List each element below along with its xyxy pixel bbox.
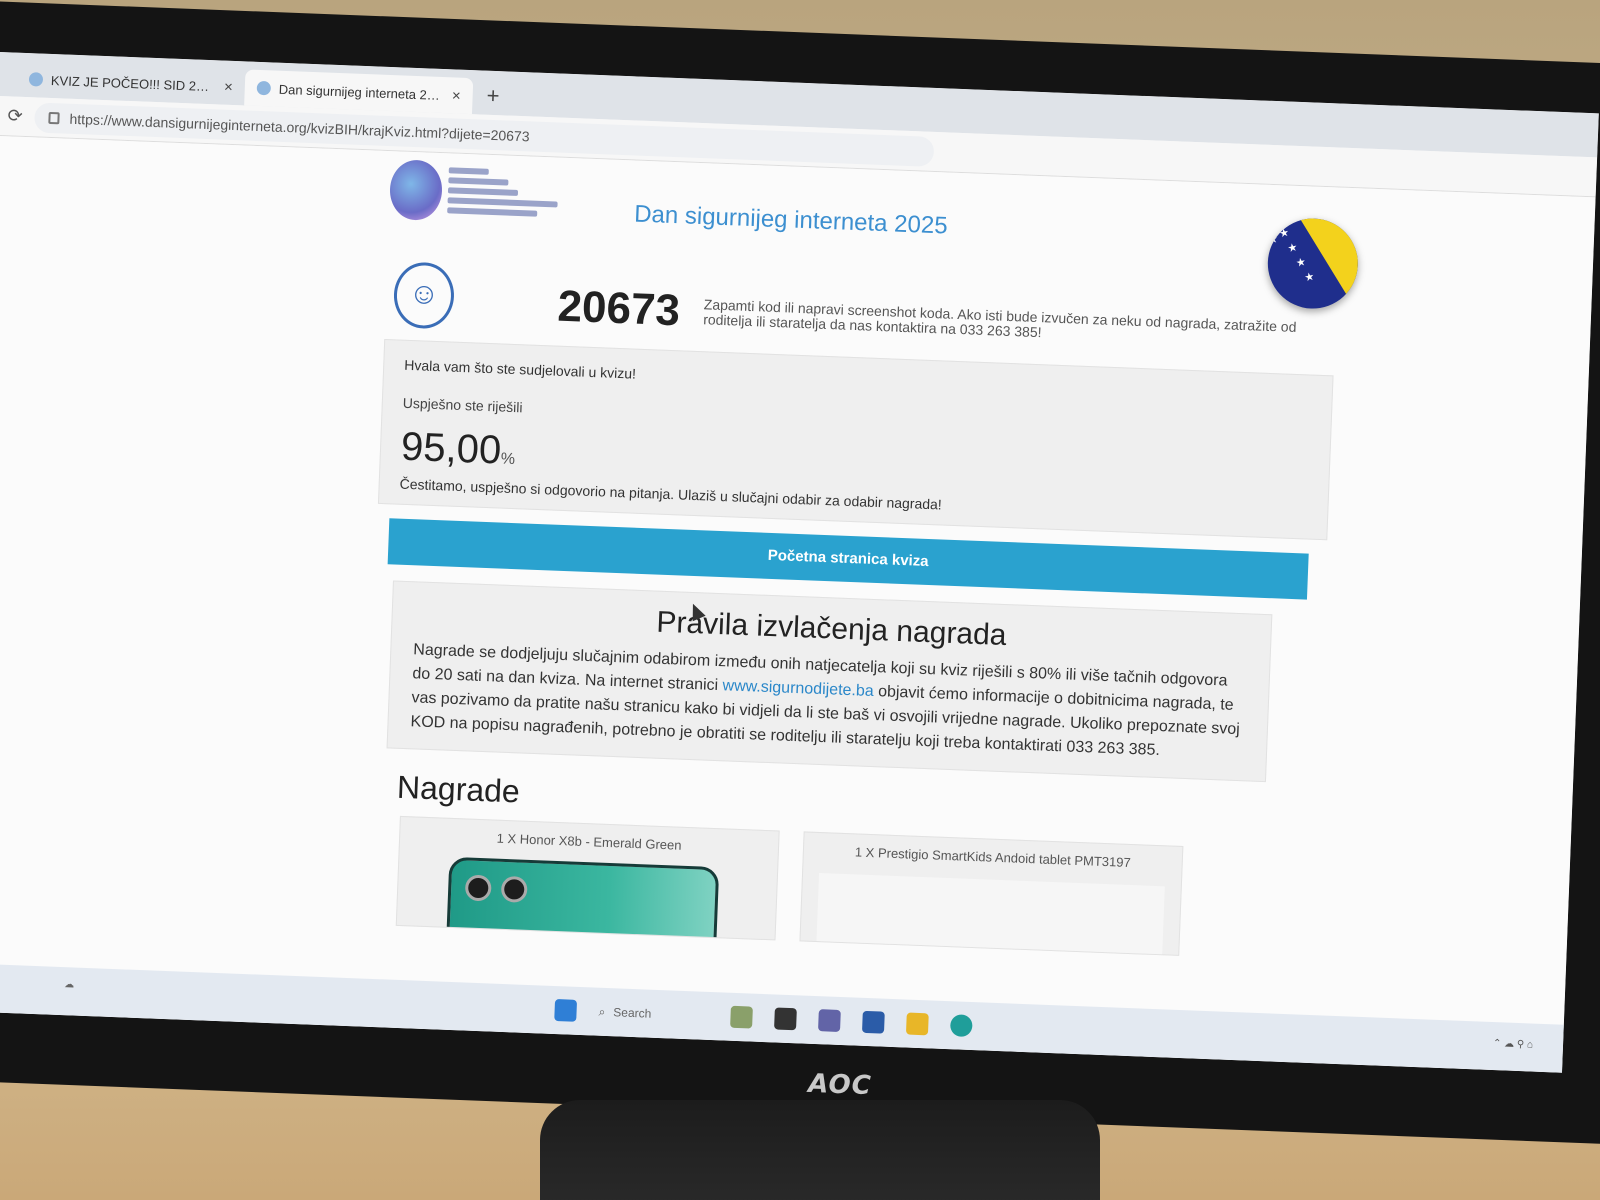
prize-card: 1 X Honor X8b - Emerald Green (395, 815, 780, 941)
search-placeholder: Search (613, 1005, 652, 1021)
phone-image (446, 856, 720, 941)
tab-title: Dan sigurnijeg interneta 2025 (278, 81, 445, 103)
new-tab-button[interactable]: + (472, 82, 514, 116)
score-unit: % (500, 450, 516, 469)
prize-label: 1 X Honor X8b - Emerald Green (496, 830, 682, 853)
weather-widget-icon[interactable]: ☁ (64, 979, 74, 990)
taskbar-search[interactable]: ⌕ Search (598, 998, 709, 1030)
tab-close-icon[interactable]: × (452, 87, 461, 104)
url-text: https://www.dansigurnijeginterneta.org/k… (69, 110, 530, 144)
reload-icon[interactable]: ⟳ (7, 105, 23, 127)
edge-icon[interactable] (949, 1014, 973, 1038)
search-icon: ⌕ (598, 1004, 606, 1019)
task-view-icon[interactable] (774, 1007, 797, 1031)
tab-close-icon[interactable]: × (224, 78, 233, 95)
web-page: Dan sigurnijeg interneta 2025 ★ ★ ★ ★ ★ … (0, 135, 1596, 1073)
widgets-icon[interactable] (730, 1005, 753, 1029)
monitor-screen: KVIZ JE POČEO!!! SID 2025 - Sigu × Dan s… (0, 52, 1599, 1073)
monitor-stand (540, 1100, 1100, 1200)
prize-label: 1 X Prestigio SmartKids Andoid tablet PM… (854, 844, 1132, 870)
tab-title: KVIZ JE POČEO!!! SID 2025 - Sigu (50, 72, 217, 94)
logo-mascot-icon (388, 159, 444, 222)
photo-scene: KVIZ JE POČEO!!! SID 2025 - Sigu × Dan s… (0, 0, 1600, 1200)
prize-grid: 1 X Honor X8b - Emerald Green 1 X Presti… (395, 815, 1316, 961)
monitor-brand-logo: AOC (807, 1068, 873, 1102)
windows-start-icon[interactable] (554, 999, 578, 1022)
store-icon[interactable] (861, 1010, 885, 1034)
prize-card: 1 X Prestigio SmartKids Andoid tablet PM… (799, 831, 1184, 956)
rules-section: Pravila izvlačenja nagrada Nagrade se do… (386, 580, 1273, 783)
page-container: Dan sigurnijeg interneta 2025 ★ ★ ★ ★ ★ … (362, 151, 1360, 961)
file-explorer-icon[interactable] (905, 1012, 929, 1036)
sigurnodijete-link[interactable]: www.sigurnodijete.ba (722, 677, 874, 700)
score-number: 95,00 (400, 424, 503, 473)
lock-icon (48, 111, 60, 124)
favicon-icon (256, 80, 272, 96)
quiz-code: 20673 (556, 281, 681, 336)
favicon-icon (28, 72, 44, 87)
system-tray-icon[interactable]: ⌃ ☁ ⚲ ⌂ (1493, 1038, 1533, 1051)
code-note: Zapamti kod ili napravi screenshot koda.… (702, 296, 1297, 341)
teams-icon[interactable] (818, 1009, 841, 1032)
logo-wordmark (446, 161, 559, 235)
tablet-image (816, 873, 1165, 956)
page-title: Dan sigurnijeg interneta 2025 (633, 200, 949, 240)
sigurno-dijete-logo-icon: ☺ (392, 261, 456, 330)
site-logo[interactable] (388, 159, 581, 236)
